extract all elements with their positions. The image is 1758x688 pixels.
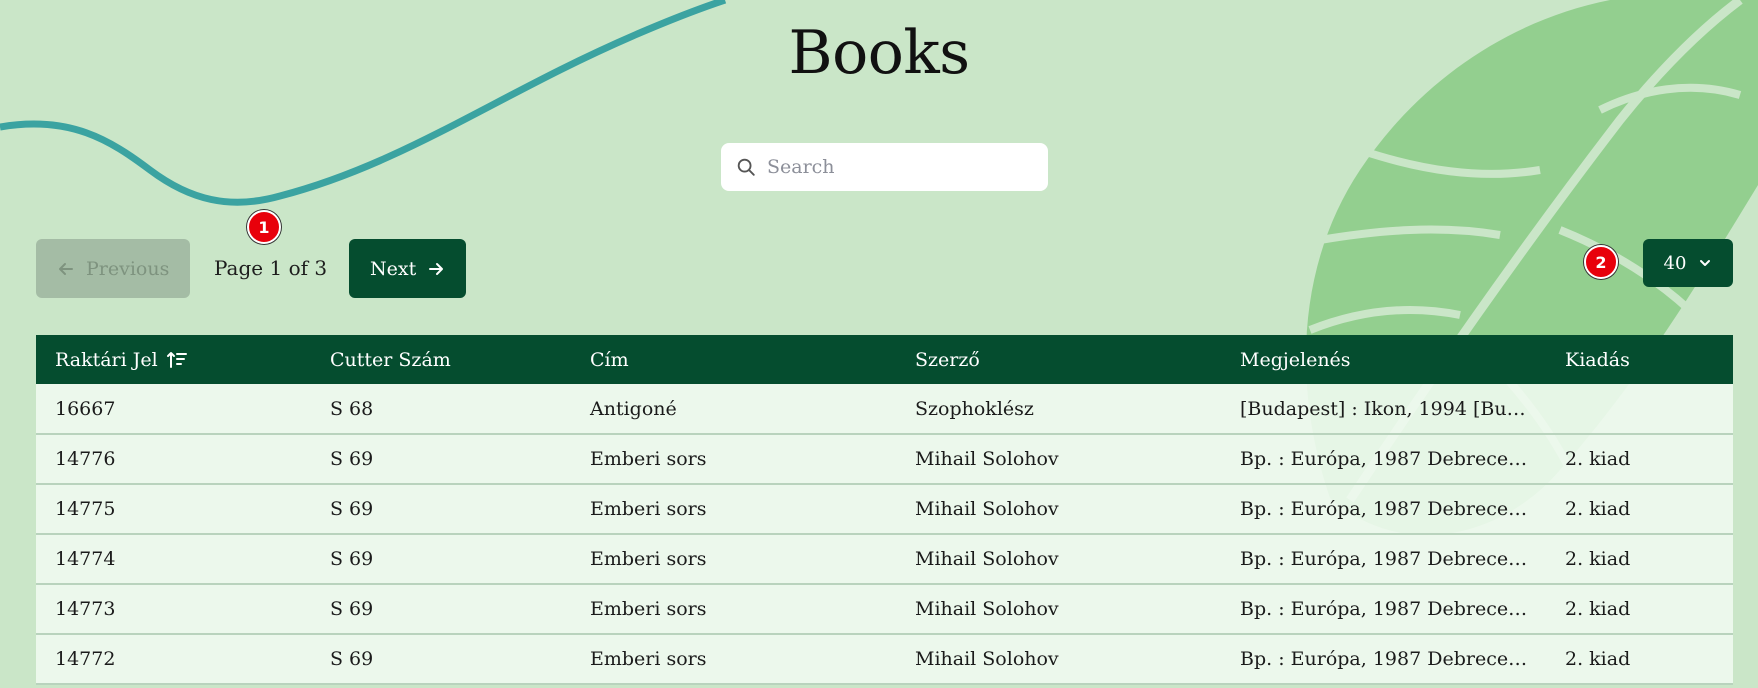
column-header-cim[interactable]: Cím	[571, 335, 896, 384]
page-size-value: 40	[1663, 252, 1687, 274]
column-header-kiadas[interactable]: Kiadás	[1546, 335, 1733, 384]
cell-raktari-jel: 14776	[55, 448, 116, 470]
cell-szerzo: Mihail Solohov	[915, 598, 1059, 620]
cell-kiadas: 2. kiad	[1565, 448, 1631, 470]
cell-szerzo: Mihail Solohov	[915, 448, 1059, 470]
table-row[interactable]: 14775 S 69 Emberi sors Mihail Solohov Bp. : …	[36, 484, 1733, 534]
arrow-right-icon	[429, 262, 444, 275]
cell-kiadas: 2. kiad	[1565, 598, 1631, 620]
cell-megjelenes: Bp. : Európa, 1987 Debrecen : Alföldi Ny…	[1240, 648, 1546, 670]
cell-raktari-jel: 14775	[55, 498, 116, 520]
cell-szerzo: Mihail Solohov	[915, 648, 1059, 670]
cell-szerzo: Mihail Solohov	[915, 548, 1059, 570]
cell-kiadas	[1546, 384, 1733, 434]
cell-cutter-szam: S 69	[330, 498, 374, 520]
annotation-badge-1: 1	[247, 210, 281, 244]
cell-megjelenes: Bp. : Európa, 1987 Debrecen : Alföldi Ny…	[1240, 448, 1546, 470]
sort-descending-icon[interactable]	[166, 350, 188, 370]
cell-megjelenes: Bp. : Európa, 1987 Debrecen : Alföldi Ny…	[1240, 498, 1546, 520]
table-row[interactable]: 16667 S 68 Antigoné Szophoklész [Budapest] :…	[36, 384, 1733, 434]
column-header-label: Raktári Jel	[55, 348, 158, 371]
page-size-select[interactable]: 40	[1643, 239, 1733, 287]
search-icon	[737, 158, 755, 176]
cell-cim: Emberi sors	[590, 498, 707, 520]
books-table: Raktári Jel Cutter Szám Cím Szerző Megje…	[36, 335, 1733, 685]
column-header-cutter-szam[interactable]: Cutter Szám	[311, 335, 571, 384]
cell-raktari-jel: 14774	[55, 548, 116, 570]
search-input[interactable]	[767, 156, 1037, 178]
cell-cutter-szam: S 69	[330, 648, 374, 670]
next-label: Next	[370, 257, 417, 280]
cell-megjelenes: Bp. : Európa, 1987 Debrecen : Alföldi Ny…	[1240, 598, 1546, 620]
cell-cutter-szam: S 69	[330, 548, 374, 570]
page-word: Page	[214, 256, 264, 280]
arrow-left-icon	[59, 262, 73, 275]
page-indicator: Page 1 of 3	[214, 256, 327, 280]
next-button[interactable]: Next	[349, 239, 466, 298]
total-pages: 3	[314, 256, 328, 280]
table-header-row: Raktári Jel Cutter Szám Cím Szerző Megje…	[36, 335, 1733, 384]
cell-raktari-jel: 14773	[55, 598, 116, 620]
cell-cim: Emberi sors	[590, 448, 707, 470]
table-row[interactable]: 14772 S 69 Emberi sors Mihail Solohov Bp. : …	[36, 634, 1733, 684]
cell-cutter-szam: S 69	[330, 448, 374, 470]
cell-kiadas: 2. kiad	[1565, 648, 1631, 670]
table-row[interactable]: 14774 S 69 Emberi sors Mihail Solohov Bp. : …	[36, 534, 1733, 584]
table-row[interactable]: 14776 S 69 Emberi sors Mihail Solohov Bp. : …	[36, 434, 1733, 484]
column-header-raktari-jel[interactable]: Raktári Jel	[36, 335, 311, 384]
cell-megjelenes: [Budapest] : Ikon, 1994 [Budapest] : Iko…	[1240, 397, 1546, 420]
cell-cim: Emberi sors	[590, 648, 707, 670]
table-row[interactable]: 14773 S 69 Emberi sors Mihail Solohov Bp. : …	[36, 584, 1733, 634]
cell-szerzo: Mihail Solohov	[915, 498, 1059, 520]
cell-raktari-jel: 14772	[55, 648, 116, 670]
cell-kiadas: 2. kiad	[1565, 548, 1631, 570]
cell-cim: Emberi sors	[590, 548, 707, 570]
previous-button[interactable]: Previous	[36, 239, 190, 298]
cell-cim: Emberi sors	[590, 598, 707, 620]
column-header-szerzo[interactable]: Szerző	[896, 335, 1221, 384]
cell-cutter-szam: S 68	[330, 397, 374, 420]
chevron-down-icon	[1700, 260, 1711, 266]
previous-label: Previous	[86, 257, 170, 280]
cell-cutter-szam: S 69	[330, 598, 374, 620]
current-page: 1	[269, 256, 283, 280]
cell-cim: Antigoné	[590, 397, 677, 420]
page-title: Books	[788, 18, 971, 88]
of-word: of	[288, 256, 309, 280]
annotation-badge-2: 2	[1584, 245, 1618, 279]
cell-raktari-jel: 16667	[55, 397, 116, 420]
column-header-megjelenes[interactable]: Megjelenés	[1221, 335, 1546, 384]
cell-megjelenes: Bp. : Európa, 1987 Debrecen : Alföldi Ny…	[1240, 548, 1546, 570]
cell-szerzo: Szophoklész	[915, 397, 1034, 420]
search-box[interactable]	[721, 143, 1048, 191]
cell-kiadas: 2. kiad	[1565, 498, 1631, 520]
